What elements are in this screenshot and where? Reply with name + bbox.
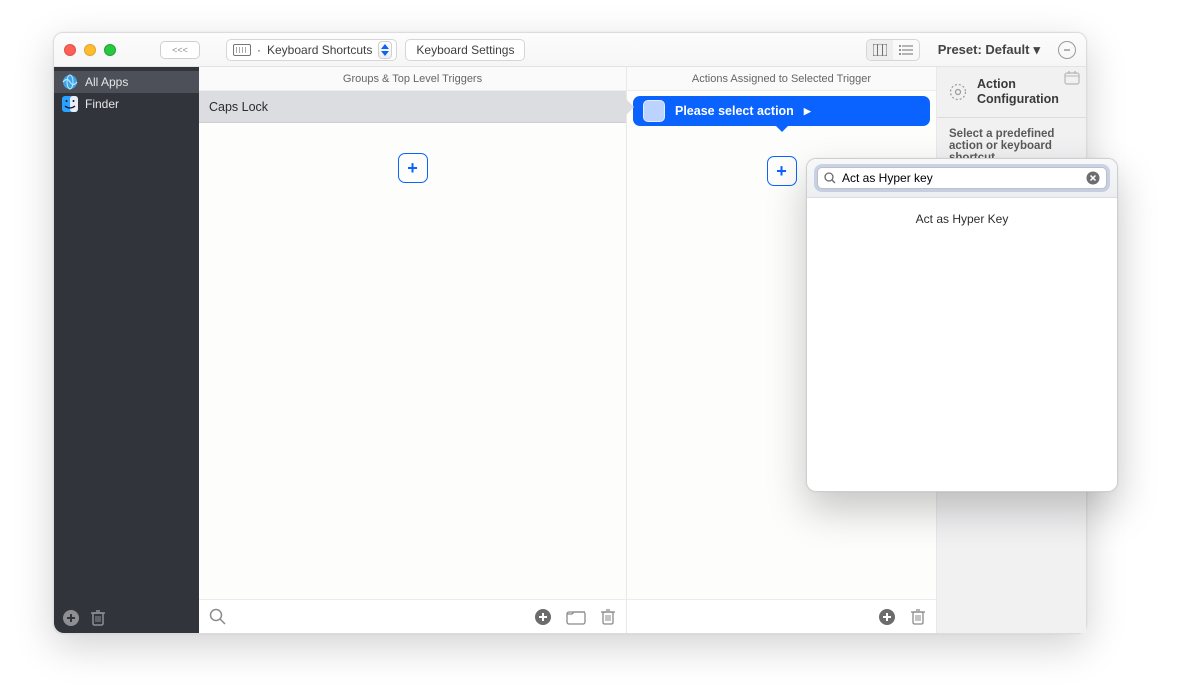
close-window-button[interactable] <box>64 44 76 56</box>
clear-search-button[interactable] <box>1086 171 1100 185</box>
sidebar-item-finder[interactable]: Finder <box>54 93 199 115</box>
app-sidebar: All Apps Finder <box>54 67 199 633</box>
action-row-label: Please select action <box>675 104 794 118</box>
preset-label: Preset: Default <box>938 42 1030 57</box>
triggers-column: Groups & Top Level Triggers Caps Lock + <box>199 67 627 633</box>
popover-header <box>807 159 1117 198</box>
trigger-row-capslock[interactable]: Caps Lock <box>199 91 626 123</box>
plus-icon: + <box>776 161 787 182</box>
triggers-list[interactable]: Caps Lock + <box>199 91 626 599</box>
columns-view-icon[interactable] <box>867 40 893 60</box>
search-result-item[interactable]: Act as Hyper Key <box>813 208 1111 230</box>
keyboard-settings-label: Keyboard Settings <box>416 43 514 57</box>
globe-icon <box>62 74 78 90</box>
view-mode-toggle[interactable] <box>866 39 920 61</box>
preset-menu[interactable]: Preset: Default ▾ <box>938 42 1040 58</box>
back-button[interactable]: <<< <box>160 41 200 59</box>
titlebar: <<< · Keyboard Shortcuts Keyboard Settin… <box>54 33 1086 67</box>
section-dropdown[interactable]: · Keyboard Shortcuts <box>226 39 397 61</box>
triggers-column-header-label: Groups & Top Level Triggers <box>343 73 482 85</box>
add-trigger-button[interactable]: + <box>398 153 428 183</box>
config-title: Action Configuration <box>977 77 1074 107</box>
chevron-down-icon: ▾ <box>1033 42 1040 58</box>
play-icon: ▶ <box>804 106 811 117</box>
sidebar-footer <box>54 603 199 633</box>
action-row-placeholder[interactable]: Please select action ▶ <box>633 96 930 126</box>
keyboard-settings-button[interactable]: Keyboard Settings <box>405 39 525 61</box>
add-app-button[interactable] <box>62 609 80 627</box>
finder-icon <box>62 96 78 112</box>
action-search-field[interactable] <box>817 167 1107 189</box>
search-icon <box>824 172 836 184</box>
search-results-list: Act as Hyper Key <box>807 198 1117 491</box>
footer-add-button[interactable] <box>534 608 552 626</box>
delete-app-button[interactable] <box>90 609 108 627</box>
footer-delete-button[interactable] <box>600 608 616 626</box>
triggers-footer <box>199 599 626 633</box>
gear-dashed-icon <box>949 83 967 101</box>
sidebar-item-all-apps[interactable]: All Apps <box>54 71 199 93</box>
window-controls <box>64 44 116 56</box>
search-result-label: Act as Hyper Key <box>916 212 1009 226</box>
plus-icon: + <box>407 158 418 179</box>
zoom-window-button[interactable] <box>104 44 116 56</box>
triggers-column-header: Groups & Top Level Triggers <box>199 67 626 91</box>
add-action-button[interactable]: + <box>767 156 797 186</box>
calendar-icon[interactable] <box>1064 71 1080 85</box>
list-view-icon[interactable] <box>893 40 919 60</box>
sidebar-item-label: All Apps <box>85 75 128 89</box>
action-thumbnail <box>643 100 665 122</box>
folder-icon[interactable] <box>566 609 586 625</box>
minimize-window-button[interactable] <box>84 44 96 56</box>
minus-circle-button[interactable] <box>1058 41 1076 59</box>
footer-add-action-button[interactable] <box>878 608 896 626</box>
back-glyph: <<< <box>172 45 188 55</box>
search-icon[interactable] <box>209 608 226 625</box>
keyboard-icon <box>233 44 251 56</box>
actions-column-header-label: Actions Assigned to Selected Trigger <box>692 73 871 85</box>
dropdown-stepper-icon <box>378 41 392 59</box>
action-search-popover: Act as Hyper Key <box>806 158 1118 492</box>
actions-column-header: Actions Assigned to Selected Trigger <box>627 67 936 91</box>
footer-delete-action-button[interactable] <box>910 608 926 626</box>
actions-footer <box>627 599 936 633</box>
section-dropdown-label: Keyboard Shortcuts <box>267 43 372 57</box>
action-search-input[interactable] <box>842 171 1080 185</box>
sidebar-item-label: Finder <box>85 97 119 111</box>
trigger-row-label: Caps Lock <box>209 100 268 114</box>
